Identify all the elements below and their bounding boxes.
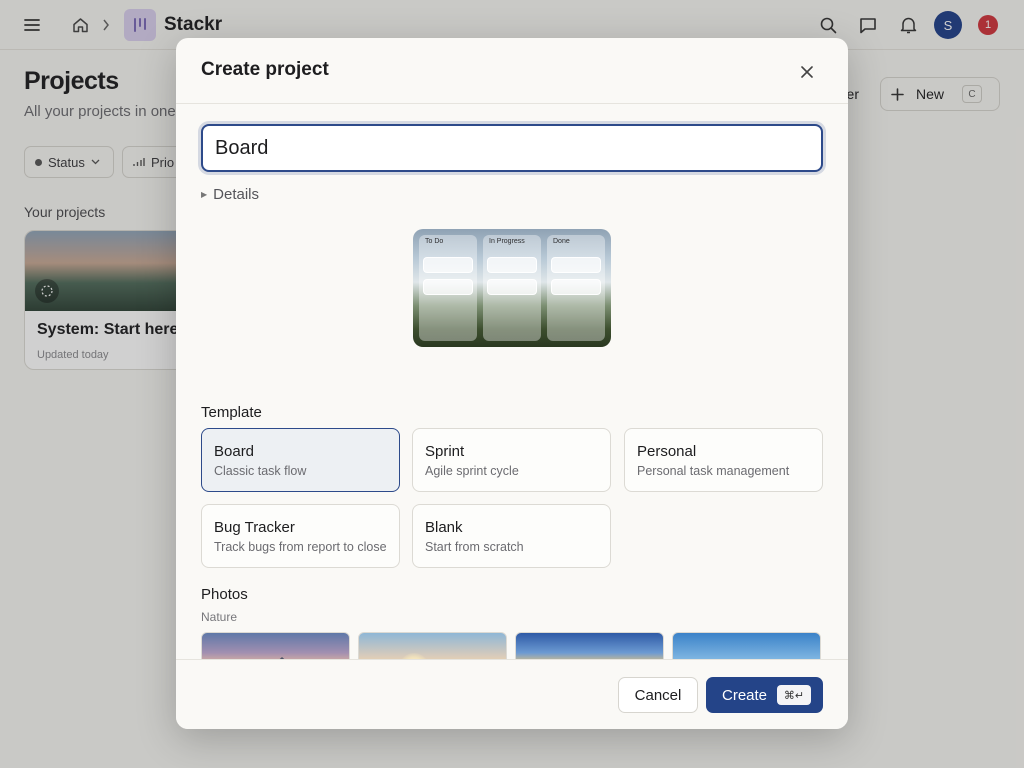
mountain-snow-photo[interactable]: [201, 632, 350, 659]
template-name: Bug Tracker: [214, 519, 295, 536]
preview-card: [423, 257, 473, 273]
create-button[interactable]: Create ⌘↵: [706, 677, 823, 713]
dialog-title: Create project: [201, 59, 329, 80]
preview-column-title: In Progress: [489, 238, 525, 245]
preview-column-title: To Do: [425, 238, 444, 245]
template-bug-tracker[interactable]: Bug Tracker Track bugs from report to cl…: [201, 504, 400, 568]
ocean-sunset-photo[interactable]: [358, 632, 507, 659]
desert-canyon-photo[interactable]: [672, 632, 821, 659]
template-personal[interactable]: Personal Personal task management: [624, 428, 823, 492]
preview-column: In Progress: [483, 235, 541, 341]
preview-column-title: Done: [553, 238, 570, 245]
preview-column: Done: [547, 235, 605, 341]
template-sprint[interactable]: Sprint Agile sprint cycle: [412, 428, 611, 492]
template-board[interactable]: Board Classic task flow: [201, 428, 400, 492]
details-label: Details: [213, 186, 260, 203]
create-project-dialog: Create project ▶ Details To Do In Progre…: [176, 38, 848, 729]
preview-card: [551, 279, 601, 295]
preview-card: [551, 257, 601, 273]
preview-card: [423, 279, 473, 295]
close-icon: [801, 66, 813, 78]
template-description: Classic task flow: [214, 464, 307, 478]
dialog-body[interactable]: ▶ Details To Do In Progress Done Templat…: [176, 104, 848, 659]
dialog-footer: Cancel Create ⌘↵: [176, 659, 848, 729]
template-description: Track bugs from report to close: [214, 540, 387, 554]
template-name: Personal: [637, 443, 697, 460]
template-name: Sprint: [425, 443, 465, 460]
template-blank[interactable]: Blank Start from scratch: [412, 504, 611, 568]
photos-category-label: Nature: [201, 610, 238, 624]
cancel-button[interactable]: Cancel: [618, 677, 698, 713]
preview-card: [487, 257, 537, 273]
template-description: Personal task management: [637, 464, 790, 478]
caret-right-icon: ▶: [201, 190, 208, 199]
dialog-header: Create project: [176, 38, 848, 104]
preview-column: To Do: [419, 235, 477, 341]
create-button-label: Create: [722, 686, 768, 704]
details-toggle[interactable]: ▶ Details: [201, 186, 259, 203]
template-section-title: Template: [201, 404, 262, 421]
preview-card: [487, 279, 537, 295]
template-name: Blank: [425, 519, 463, 536]
project-name-input[interactable]: [201, 124, 823, 172]
template-name: Board: [214, 443, 255, 460]
close-button[interactable]: [796, 61, 818, 83]
create-shortcut-key: ⌘↵: [777, 685, 812, 705]
template-description: Start from scratch: [425, 540, 524, 554]
template-description: Agile sprint cycle: [425, 464, 519, 478]
photos-section-title: Photos: [201, 586, 248, 603]
template-preview: To Do In Progress Done: [413, 229, 611, 347]
green-valley-photo[interactable]: [515, 632, 664, 659]
